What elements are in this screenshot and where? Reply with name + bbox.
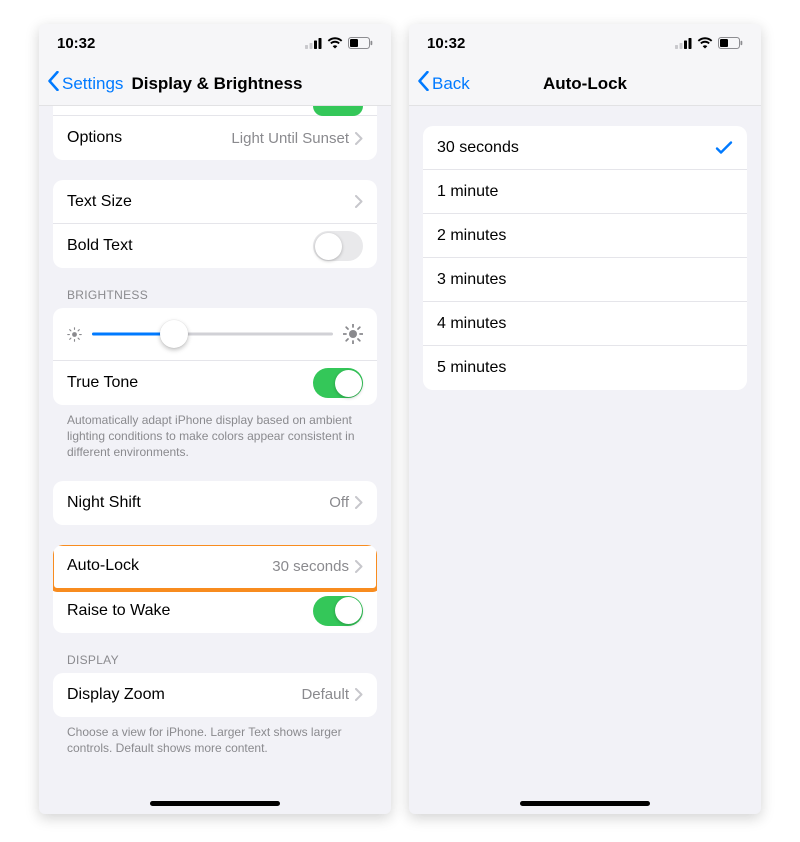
options-row[interactable]: Options Light Until Sunset <box>53 116 377 160</box>
option-label: 2 minutes <box>437 227 733 245</box>
chevron-left-icon <box>417 71 430 96</box>
row-label: Raise to Wake <box>67 602 313 620</box>
chevron-left-icon <box>47 71 60 96</box>
status-time: 10:32 <box>57 35 95 52</box>
chevron-right-icon <box>355 496 363 509</box>
bold-text-toggle[interactable] <box>313 231 363 261</box>
row-label: Night Shift <box>67 494 329 512</box>
row-detail: 30 seconds <box>272 558 349 575</box>
navbar: Settings Display & Brightness <box>39 62 391 106</box>
brightness-group: BRIGHTNESS <box>53 288 377 461</box>
status-time: 10:32 <box>427 35 465 52</box>
row-detail: Off <box>329 494 349 511</box>
auto-lock-options-group: 30 seconds 1 minute 2 minutes 3 minutes 4 mi… <box>423 126 747 390</box>
auto-lock-option[interactable]: 4 minutes <box>423 302 747 346</box>
option-label: 30 seconds <box>437 139 715 157</box>
night-shift-group: Night Shift Off <box>53 481 377 525</box>
row-label: Auto-Lock <box>67 557 272 575</box>
back-label: Settings <box>62 74 123 94</box>
cellular-icon <box>305 38 322 49</box>
back-button[interactable]: Back <box>417 71 470 96</box>
chevron-right-icon <box>355 195 363 208</box>
page-title: Display & Brightness <box>131 74 302 94</box>
cellular-icon <box>675 38 692 49</box>
chevron-right-icon <box>355 688 363 701</box>
wifi-icon <box>697 37 713 49</box>
bold-text-row[interactable]: Bold Text <box>53 224 377 268</box>
auto-lock-option[interactable]: 3 minutes <box>423 258 747 302</box>
navbar: Back Auto-Lock <box>409 62 761 106</box>
option-label: 4 minutes <box>437 315 733 333</box>
row-label: Display Zoom <box>67 686 301 704</box>
status-bar: 10:32 <box>409 24 761 62</box>
display-zoom-group: DISPLAY Display Zoom Default Choose a vi… <box>53 653 377 756</box>
brightness-slider[interactable] <box>92 320 333 348</box>
display-zoom-row[interactable]: Display Zoom Default <box>53 673 377 717</box>
home-indicator[interactable] <box>150 801 280 806</box>
home-indicator[interactable] <box>520 801 650 806</box>
appearance-group: Options Light Until Sunset <box>53 106 377 160</box>
group-header: BRIGHTNESS <box>53 288 377 308</box>
status-bar: 10:32 <box>39 24 391 62</box>
true-tone-row[interactable]: True Tone <box>53 361 377 405</box>
status-icons <box>675 37 743 49</box>
status-icons <box>305 37 373 49</box>
auto-lock-option[interactable]: 30 seconds <box>423 126 747 170</box>
row-detail: Light Until Sunset <box>231 130 349 147</box>
auto-lock-option[interactable]: 2 minutes <box>423 214 747 258</box>
auto-lock-option[interactable]: 1 minute <box>423 170 747 214</box>
sun-large-icon <box>343 324 363 344</box>
phone-display-brightness: 10:32 Settings Display & Bright <box>39 24 391 814</box>
group-footer: Automatically adapt iPhone display based… <box>53 405 377 461</box>
automatic-toggle-partial[interactable] <box>313 106 363 116</box>
autolock-group: Auto-Lock 30 seconds Raise to Wake <box>53 545 377 633</box>
auto-lock-row[interactable]: Auto-Lock 30 seconds <box>53 545 377 589</box>
phone-auto-lock: 10:32 Back Auto-Lock <box>409 24 761 814</box>
true-tone-toggle[interactable] <box>313 368 363 398</box>
row-label: Text Size <box>67 193 355 211</box>
battery-icon <box>348 37 373 49</box>
night-shift-row[interactable]: Night Shift Off <box>53 481 377 525</box>
checkmark-icon <box>715 139 733 157</box>
raise-to-wake-row[interactable]: Raise to Wake <box>53 589 377 633</box>
row-label: True Tone <box>67 374 313 392</box>
group-footer: Choose a view for iPhone. Larger Text sh… <box>53 717 377 756</box>
option-label: 3 minutes <box>437 271 733 289</box>
partial-toggle-row <box>53 106 377 116</box>
wifi-icon <box>327 37 343 49</box>
row-detail: Default <box>301 686 349 703</box>
row-label: Bold Text <box>67 237 313 255</box>
back-label: Back <box>432 74 470 94</box>
chevron-right-icon <box>355 132 363 145</box>
raise-to-wake-toggle[interactable] <box>313 596 363 626</box>
text-group: Text Size Bold Text <box>53 180 377 268</box>
group-header: DISPLAY <box>53 653 377 673</box>
back-button[interactable]: Settings <box>47 71 123 96</box>
battery-icon <box>718 37 743 49</box>
text-size-row[interactable]: Text Size <box>53 180 377 224</box>
row-label: Options <box>67 129 231 147</box>
sun-small-icon <box>67 327 82 342</box>
option-label: 5 minutes <box>437 359 733 377</box>
auto-lock-option[interactable]: 5 minutes <box>423 346 747 390</box>
chevron-right-icon <box>355 560 363 573</box>
option-label: 1 minute <box>437 183 733 201</box>
brightness-slider-row[interactable] <box>53 308 377 361</box>
